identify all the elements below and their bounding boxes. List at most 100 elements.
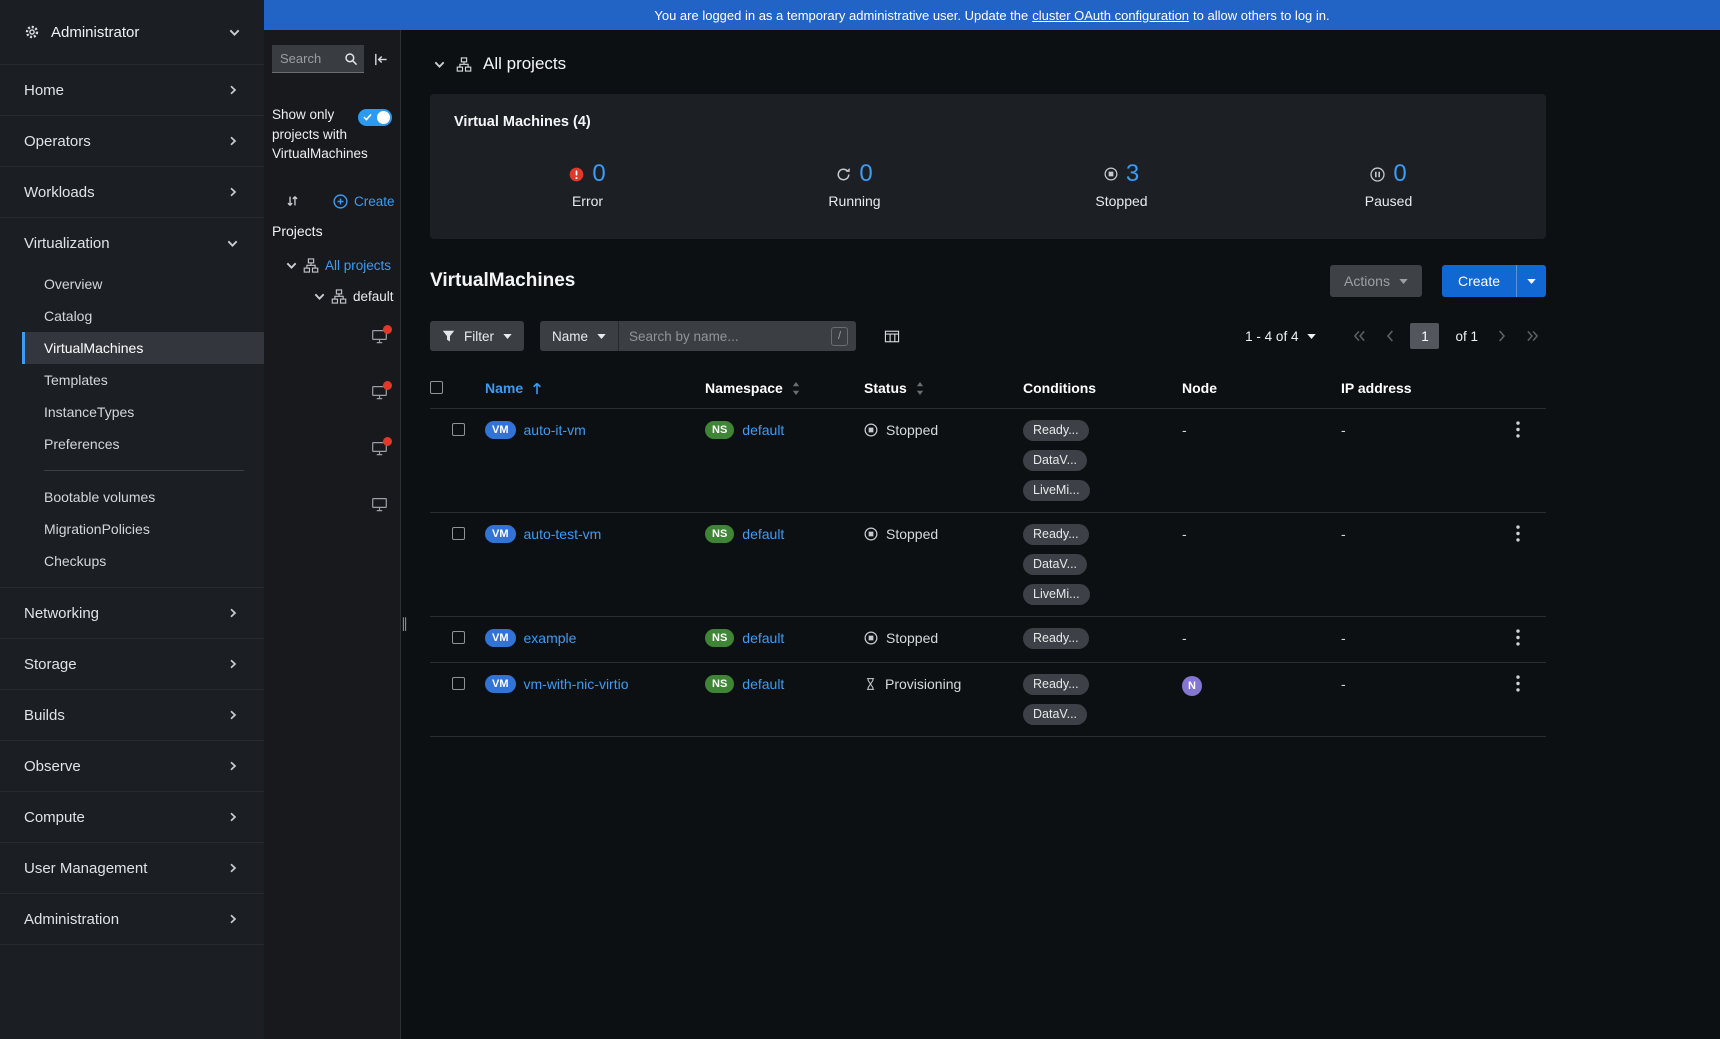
chevron-right-icon — [228, 863, 238, 873]
row-checkbox[interactable] — [452, 423, 465, 436]
tree-item-vm[interactable] — [272, 325, 396, 344]
sidebar-item-observe[interactable]: Observe — [0, 741, 264, 791]
sidebar-item-instancetypes[interactable]: InstanceTypes — [22, 396, 264, 428]
current-page-input[interactable]: 1 — [1410, 323, 1440, 349]
sidebar-item-administration[interactable]: Administration — [0, 894, 264, 944]
tree-item-vm[interactable] — [272, 381, 396, 400]
condition-label: Ready... — [1023, 674, 1089, 695]
filter-label: Filter — [464, 328, 494, 344]
actions-label: Actions — [1344, 273, 1390, 289]
tree-item-vm[interactable] — [272, 437, 396, 456]
vm-table: Name Namespace Status Conditions Node IP addr… — [430, 369, 1546, 737]
tree-item-project-default[interactable]: default — [272, 288, 396, 307]
row-actions-kebab-icon[interactable] — [1512, 523, 1524, 544]
pagination-summary-dropdown[interactable]: 1 - 4 of 4 — [1245, 329, 1317, 344]
column-header-node: Node — [1182, 380, 1217, 396]
sidebar-item-label: Networking — [24, 604, 100, 622]
first-page-button[interactable] — [1346, 326, 1373, 346]
sidebar-item-catalog[interactable]: Catalog — [22, 300, 264, 332]
row-checkbox[interactable] — [452, 631, 465, 644]
vm-filter-toggle[interactable] — [358, 109, 392, 126]
status-stopped-icon — [864, 423, 878, 437]
filter-icon — [442, 330, 455, 342]
tree-item-all-projects[interactable]: All projects — [272, 257, 396, 276]
namespace-link[interactable]: default — [742, 524, 784, 544]
sidebar-item-preferences[interactable]: Preferences — [22, 428, 264, 460]
sidebar-item-builds[interactable]: Builds — [0, 690, 264, 740]
sidebar-nav: Home Operators Workloads Virtualization Over… — [0, 64, 264, 945]
stat-count-link[interactable]: 0 — [859, 160, 872, 188]
sidebar-item-overview[interactable]: Overview — [22, 268, 264, 300]
previous-page-button[interactable] — [1379, 326, 1401, 346]
ip-cell: - — [1341, 526, 1346, 542]
node-cell: - — [1182, 617, 1341, 659]
column-header-name[interactable]: Name — [485, 369, 705, 407]
sidebar-item-compute[interactable]: Compute — [0, 792, 264, 842]
stat-count-link[interactable]: 0 — [1393, 160, 1406, 188]
page-count-label: of 1 — [1455, 328, 1478, 344]
stat-count-link[interactable]: 0 — [592, 160, 605, 188]
sidebar-item-virtualization[interactable]: Virtualization — [0, 218, 264, 268]
list-header: VirtualMachines Actions Create — [430, 265, 1546, 297]
tree-item-vm[interactable] — [272, 496, 396, 512]
chevron-right-icon — [228, 710, 238, 720]
row-actions-kebab-icon[interactable] — [1512, 673, 1524, 694]
vm-status-stats: 0 Error 0 Running 3 Stopped 0 Paused — [454, 160, 1522, 209]
sidebar-item-bootable-volumes[interactable]: Bootable volumes — [22, 481, 264, 513]
sidebar-item-checkups[interactable]: Checkups — [22, 545, 264, 577]
sidebar-item-operators[interactable]: Operators — [0, 116, 264, 166]
row-actions-kebab-icon[interactable] — [1512, 419, 1524, 440]
filter-dropdown[interactable]: Filter — [430, 321, 524, 351]
sort-projects-icon[interactable] — [286, 194, 299, 208]
oauth-config-link[interactable]: cluster OAuth configuration — [1032, 8, 1189, 23]
table-header-row: Name Namespace Status Conditions Node IP addr… — [430, 369, 1546, 409]
chevron-down-icon — [227, 238, 238, 249]
sidebar-item-templates[interactable]: Templates — [22, 364, 264, 396]
row-checkbox[interactable] — [452, 677, 465, 690]
create-button[interactable]: Create — [1441, 265, 1516, 297]
row-actions-kebab-icon[interactable] — [1512, 627, 1524, 648]
next-page-button[interactable] — [1491, 326, 1513, 346]
manage-columns-icon[interactable] — [884, 329, 900, 344]
perspective-switcher[interactable]: Administrator — [0, 0, 264, 64]
status-label: Provisioning — [885, 676, 962, 692]
namespace-link[interactable]: default — [742, 674, 784, 694]
name-search-input[interactable] — [629, 328, 832, 344]
node-badge[interactable]: N — [1182, 676, 1202, 696]
search-icon[interactable] — [344, 52, 358, 66]
vm-name-link[interactable]: example — [524, 628, 577, 648]
collapse-panel-icon[interactable] — [373, 52, 388, 67]
vm-name-link[interactable]: auto-it-vm — [524, 420, 586, 440]
actions-dropdown[interactable]: Actions — [1330, 265, 1422, 297]
chevron-down-icon[interactable] — [434, 59, 445, 70]
namespace-link[interactable]: default — [742, 420, 784, 440]
column-header-status[interactable]: Status — [864, 369, 1023, 407]
last-page-button[interactable] — [1519, 326, 1546, 346]
main-navigation-sidebar: Administrator Home Operators Workloads Virt… — [0, 0, 264, 1039]
project-search-input[interactable] — [280, 51, 344, 66]
sidebar-item-home[interactable]: Home — [0, 65, 264, 115]
namespace-link[interactable]: default — [742, 628, 784, 648]
sidebar-item-networking[interactable]: Networking — [0, 588, 264, 638]
vm-name-link[interactable]: vm-with-nic-virtio — [524, 674, 629, 694]
project-search-box — [272, 45, 364, 73]
conditions-cell: Ready... DataV... — [1023, 663, 1182, 736]
sidebar-item-storage[interactable]: Storage — [0, 639, 264, 689]
search-attribute-dropdown[interactable]: Name — [540, 321, 620, 351]
header-actions-cell — [1512, 369, 1546, 387]
create-project-button[interactable]: Create Project — [333, 194, 396, 209]
sidebar-item-user-management[interactable]: User Management — [0, 843, 264, 893]
sidebar-item-migrationpolicies[interactable]: MigrationPolicies — [22, 513, 264, 545]
column-header-conditions: Conditions — [1023, 380, 1097, 396]
row-checkbox[interactable] — [452, 527, 465, 540]
stat-count-link[interactable]: 3 — [1126, 160, 1139, 188]
select-all-checkbox[interactable] — [430, 381, 443, 394]
sidebar-item-virtualmachines[interactable]: VirtualMachines — [22, 332, 264, 364]
create-dropdown-toggle[interactable] — [1516, 265, 1546, 297]
sidebar-item-workloads[interactable]: Workloads — [0, 167, 264, 217]
column-header-namespace[interactable]: Namespace — [705, 369, 864, 407]
panel-resize-handle[interactable]: ∥ — [401, 30, 410, 1039]
chevron-right-icon — [228, 85, 238, 95]
vm-name-link[interactable]: auto-test-vm — [524, 524, 602, 544]
alert-dot — [383, 437, 392, 447]
